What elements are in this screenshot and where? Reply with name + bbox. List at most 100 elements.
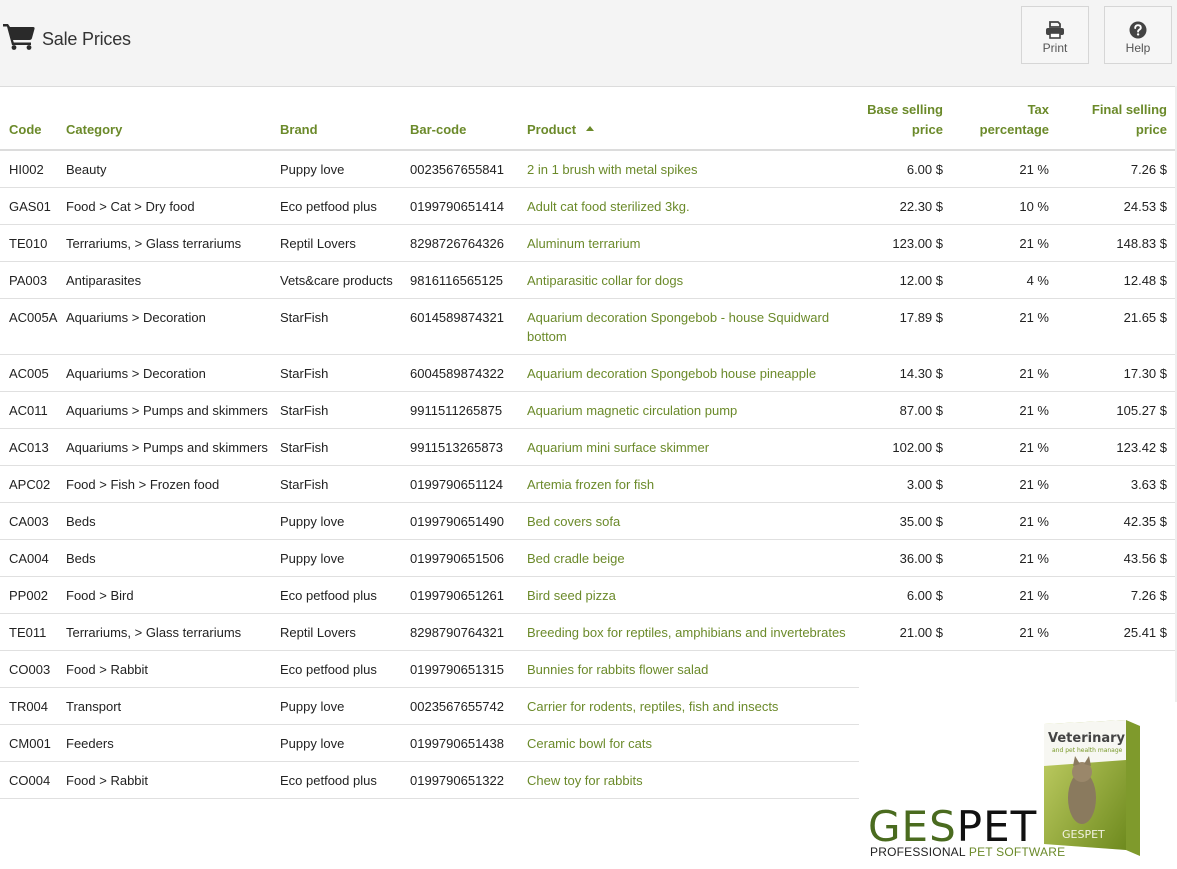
cell-product[interactable]: Bird seed pizza <box>527 576 859 614</box>
cell-final-price: 148.83 $ <box>1057 224 1175 262</box>
cell-product[interactable]: Artemia frozen for fish <box>527 465 859 503</box>
cell-barcode: 0199790651261 <box>410 576 527 614</box>
help-button[interactable]: Help <box>1104 6 1172 64</box>
cell-barcode: 0023567655841 <box>410 150 527 188</box>
printer-icon <box>1046 21 1064 39</box>
help-label: Help <box>1125 41 1151 55</box>
page-title-group: Sale Prices <box>2 22 131 50</box>
table-row[interactable]: TE011 Terrariums, > Glass terrariums Repti… <box>0 613 1175 651</box>
cell-product[interactable]: 2 in 1 brush with metal spikes <box>527 150 859 188</box>
cell-product[interactable]: Aquarium mini surface skimmer <box>527 428 859 466</box>
cell-barcode: 6014589874321 <box>410 298 527 355</box>
cell-final-price: 17.30 $ <box>1057 354 1175 392</box>
cell-brand: Eco petfood plus <box>280 576 410 614</box>
table-row[interactable]: AC011 Aquariums > Pumps and skimmers StarF… <box>0 391 1175 429</box>
table-row[interactable]: CO003 Food > Rabbit Eco petfood plus 019979… <box>0 650 1175 688</box>
cell-code: PA003 <box>0 261 66 299</box>
cell-product[interactable]: Aquarium decoration Spongebob - house Sq… <box>527 298 859 355</box>
table-row[interactable]: TE010 Terrariums, > Glass terrariums Repti… <box>0 224 1175 262</box>
cell-code: TE010 <box>0 224 66 262</box>
cell-barcode: 8298726764326 <box>410 224 527 262</box>
cell-brand: StarFish <box>280 465 410 503</box>
column-label: Code <box>9 122 42 137</box>
cell-barcode: 0023567655742 <box>410 687 527 725</box>
cell-final-price: 123.42 $ <box>1057 428 1175 466</box>
table-row[interactable]: CA003 Beds Puppy love 0199790651490 Bed cove… <box>0 502 1175 540</box>
column-header-tax[interactable]: Tax percentage <box>951 100 1057 151</box>
cell-tax: 21 % <box>951 224 1057 262</box>
cell-category: Beauty <box>66 150 280 188</box>
cell-final-price: 43.56 $ <box>1057 539 1175 577</box>
table-row[interactable]: AC005 Aquariums > Decoration StarFish 60045… <box>0 354 1175 392</box>
cell-code: TR004 <box>0 687 66 725</box>
cell-category: Feeders <box>66 724 280 762</box>
cell-tax: 21 % <box>951 428 1057 466</box>
table-row[interactable]: AC013 Aquariums > Pumps and skimmers StarF… <box>0 428 1175 466</box>
box-logo: GESPET <box>1062 828 1105 841</box>
cell-product[interactable]: Aquarium magnetic circulation pump <box>527 391 859 429</box>
cell-base-price: 35.00 $ <box>859 502 951 540</box>
table-row[interactable]: GAS01 Food > Cat > Dry food Eco petfood pl… <box>0 187 1175 225</box>
cell-tax: 21 % <box>951 539 1057 577</box>
cell-base-price <box>859 651 951 688</box>
cell-barcode: 0199790651506 <box>410 539 527 577</box>
table-row[interactable]: APC02 Food > Fish > Frozen food StarFish 01… <box>0 465 1175 503</box>
column-header-code[interactable]: Code <box>0 100 66 151</box>
cell-final-price: 105.27 $ <box>1057 391 1175 429</box>
cell-brand: StarFish <box>280 428 410 466</box>
logo-part: PET <box>956 802 1038 851</box>
column-header-brand[interactable]: Brand <box>280 100 410 151</box>
cell-product[interactable]: Adult cat food sterilized 3kg. <box>527 187 859 225</box>
cell-product[interactable]: Ceramic bowl for cats <box>527 724 859 762</box>
tagline-part: PROFESSIONAL <box>870 845 966 859</box>
cell-brand: Puppy love <box>280 539 410 577</box>
column-header-barcode[interactable]: Bar-code <box>410 100 527 151</box>
cell-final-price: 3.63 $ <box>1057 465 1175 503</box>
cell-category: Food > Rabbit <box>66 650 280 688</box>
column-header-final-price[interactable]: Final selling price <box>1057 100 1175 151</box>
cell-tax: 21 % <box>951 613 1057 651</box>
table-row[interactable]: HI002 Beauty Puppy love 0023567655841 2 in 1… <box>0 150 1175 188</box>
cell-code: APC02 <box>0 465 66 503</box>
cell-tax: 10 % <box>951 187 1057 225</box>
cell-product[interactable]: Breeding box for reptiles, amphibians an… <box>527 613 859 651</box>
column-header-base-price[interactable]: Base selling price <box>859 100 951 151</box>
cell-category: Aquariums > Decoration <box>66 354 280 392</box>
cell-base-price: 87.00 $ <box>859 391 951 429</box>
column-header-product[interactable]: Product <box>527 100 859 151</box>
table-row[interactable]: AC005A Aquariums > Decoration StarFish 6014… <box>0 298 1175 355</box>
cell-code: TE011 <box>0 613 66 651</box>
cell-barcode: 9911513265873 <box>410 428 527 466</box>
cell-final-price <box>1057 651 1175 688</box>
table-row[interactable]: CA004 Beds Puppy love 0199790651506 Bed crad… <box>0 539 1175 577</box>
sort-ascending-icon[interactable] <box>586 126 595 131</box>
cell-product[interactable]: Bunnies for rabbits flower salad <box>527 650 859 688</box>
table-row[interactable]: PA003 Antiparasites Vets&care products 9816… <box>0 261 1175 299</box>
cell-final-price: 24.53 $ <box>1057 187 1175 225</box>
cell-product[interactable]: Aquarium decoration Spongebob house pine… <box>527 354 859 392</box>
cell-base-price: 36.00 $ <box>859 539 951 577</box>
shopping-cart-icon <box>3 24 35 50</box>
cell-final-price: 42.35 $ <box>1057 502 1175 540</box>
cell-product[interactable]: Chew toy for rabbits <box>527 761 859 799</box>
table-row[interactable]: PP002 Food > Bird Eco petfood plus 01997906… <box>0 576 1175 614</box>
cell-product[interactable]: Bed covers sofa <box>527 502 859 540</box>
cell-product[interactable]: Bed cradle beige <box>527 539 859 577</box>
column-label: Tax percentage <box>979 102 1049 137</box>
question-circle-icon <box>1129 21 1147 39</box>
cell-product[interactable]: Carrier for rodents, reptiles, fish and … <box>527 687 859 725</box>
cell-brand: Puppy love <box>280 150 410 188</box>
print-label: Print <box>1042 41 1068 55</box>
cell-product[interactable]: Aluminum terrarium <box>527 224 859 262</box>
print-button[interactable]: Print <box>1021 6 1089 64</box>
cell-brand: Eco petfood plus <box>280 650 410 688</box>
cell-tax: 21 % <box>951 465 1057 503</box>
cell-base-price: 14.30 $ <box>859 354 951 392</box>
cell-product[interactable]: Antiparasitic collar for dogs <box>527 261 859 299</box>
cell-tax: 21 % <box>951 502 1057 540</box>
cell-category: Beds <box>66 502 280 540</box>
column-header-category[interactable]: Category <box>66 100 280 151</box>
cell-brand: StarFish <box>280 354 410 392</box>
column-label: Brand <box>280 122 318 137</box>
box-title: Veterinary <box>1048 731 1126 746</box>
